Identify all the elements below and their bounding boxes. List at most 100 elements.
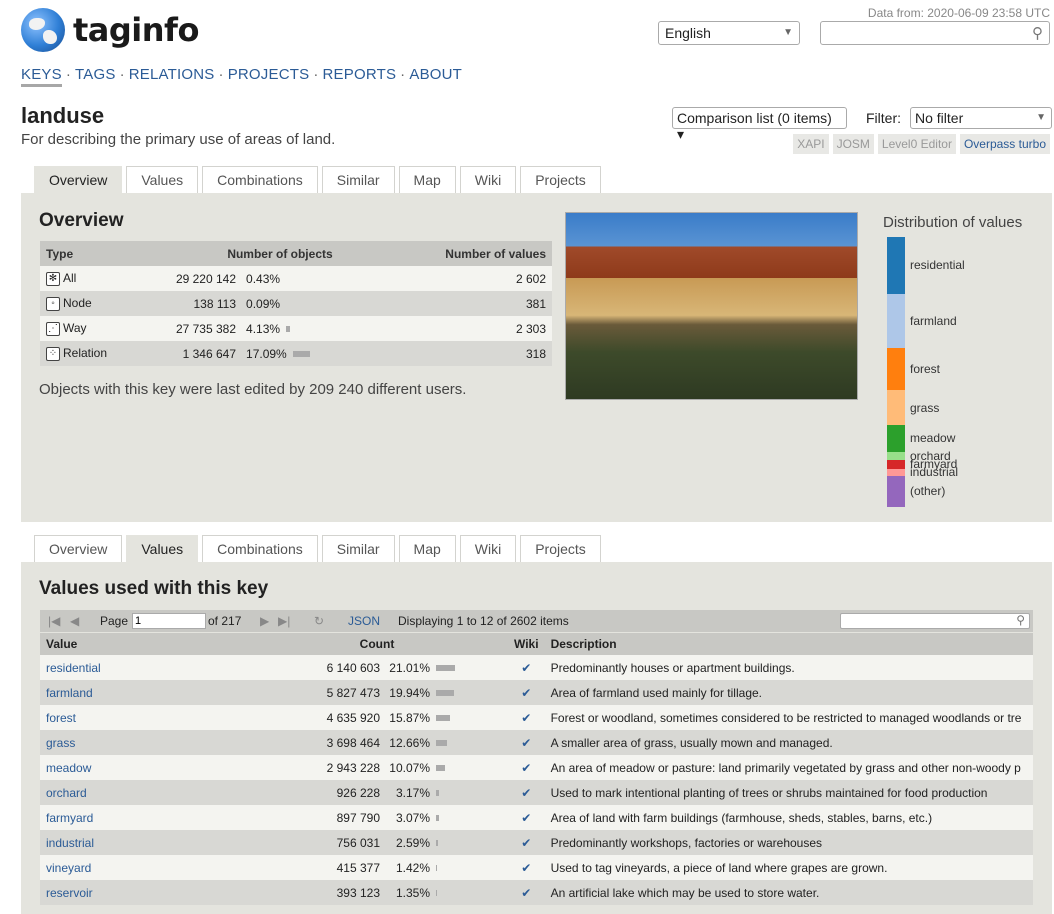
nav-tags[interactable]: TAGS bbox=[75, 66, 116, 83]
refresh-icon[interactable]: ↻ bbox=[314, 614, 324, 628]
distribution-segment[interactable] bbox=[887, 451, 905, 461]
overpass-turbo-button[interactable]: Overpass turbo bbox=[959, 134, 1050, 154]
count-cell: 4 635 920 15.87% bbox=[246, 705, 508, 730]
count-value: 393 123 bbox=[336, 885, 380, 900]
object-percent: 17.09% bbox=[246, 346, 287, 361]
distribution-segment[interactable] bbox=[887, 237, 905, 294]
distribution-segment[interactable] bbox=[887, 424, 905, 452]
count-percent: 2.59% bbox=[395, 835, 430, 850]
nav-reports[interactable]: REPORTS bbox=[323, 66, 397, 83]
tab-similar[interactable]: Similar bbox=[321, 535, 395, 562]
prev-page-icon[interactable]: ◀ bbox=[70, 614, 79, 628]
taginfo-logo[interactable]: taginfo bbox=[21, 8, 199, 52]
distribution-label: grass bbox=[910, 400, 940, 415]
count-value: 4 635 920 bbox=[326, 710, 380, 725]
way-icon: ⋰ bbox=[46, 321, 60, 336]
distribution-label: residential bbox=[910, 258, 965, 273]
wiki-check-icon[interactable]: ✔ bbox=[508, 730, 545, 755]
wiki-check-icon[interactable]: ✔ bbox=[508, 755, 545, 780]
wiki-check-icon[interactable]: ✔ bbox=[508, 655, 545, 680]
data-timestamp: Data from: 2020-06-09 23:58 UTC bbox=[867, 6, 1050, 20]
page-input[interactable] bbox=[132, 613, 206, 629]
key-photo[interactable] bbox=[565, 212, 858, 400]
tab-combinations[interactable]: Combinations bbox=[202, 166, 318, 193]
percent-bar bbox=[292, 351, 310, 358]
wiki-check-icon[interactable]: ✔ bbox=[508, 855, 545, 880]
tab-map[interactable]: Map bbox=[398, 535, 456, 562]
col-wiki[interactable]: Wiki bbox=[508, 633, 545, 655]
distribution-segment[interactable] bbox=[887, 475, 905, 507]
table-search-input[interactable]: ⚲ bbox=[840, 613, 1030, 629]
value-link[interactable]: meadow bbox=[40, 755, 246, 780]
editor-buttons: XAPI JOSM Level0 Editor Overpass turbo bbox=[793, 134, 1050, 154]
value-description: Area of farmland used mainly for tillage… bbox=[544, 680, 1033, 705]
tab-projects[interactable]: Projects bbox=[520, 166, 601, 193]
value-link[interactable]: industrial bbox=[40, 830, 246, 855]
all-icon: ✻ bbox=[46, 271, 60, 286]
tab-combinations[interactable]: Combinations bbox=[202, 535, 318, 562]
next-page-icon[interactable]: ▶ bbox=[260, 614, 269, 628]
tab-values[interactable]: Values bbox=[126, 535, 199, 562]
wiki-check-icon[interactable]: ✔ bbox=[508, 705, 545, 730]
tab-wiki[interactable]: Wiki bbox=[459, 535, 517, 562]
value-link[interactable]: orchard bbox=[40, 780, 246, 805]
search-input[interactable]: ⚲ bbox=[820, 21, 1050, 45]
object-percent: 0.43% bbox=[246, 271, 281, 286]
filter-select[interactable]: No filter ▼ bbox=[910, 107, 1052, 129]
json-link[interactable]: JSON bbox=[348, 614, 380, 628]
type-label: Way bbox=[63, 321, 87, 336]
distribution-segment[interactable] bbox=[887, 468, 905, 476]
percent-bar bbox=[436, 815, 439, 822]
language-select[interactable]: English ▼ bbox=[658, 21, 800, 45]
object-count: 138 113 bbox=[193, 296, 237, 311]
wiki-check-icon[interactable]: ✔ bbox=[508, 805, 545, 830]
value-description: Forest or woodland, sometimes considered… bbox=[544, 705, 1033, 730]
col-value[interactable]: Value bbox=[40, 633, 246, 655]
col-count[interactable]: Count bbox=[246, 633, 508, 655]
wiki-check-icon[interactable]: ✔ bbox=[508, 830, 545, 855]
table-row: grass 3 698 464 12.66% ✔ A smaller area of g… bbox=[40, 730, 1033, 755]
value-link[interactable]: residential bbox=[40, 655, 246, 680]
count-percent: 1.42% bbox=[395, 860, 430, 875]
values-table: Value Count Wiki Description residential… bbox=[40, 633, 1033, 905]
tab-map[interactable]: Map bbox=[398, 166, 456, 193]
distribution-segment[interactable] bbox=[887, 390, 905, 425]
value-count: 318 bbox=[412, 341, 552, 366]
value-link[interactable]: vineyard bbox=[40, 855, 246, 880]
last-page-icon[interactable]: ▶| bbox=[278, 614, 290, 628]
count-value: 897 790 bbox=[336, 810, 380, 825]
nav-projects[interactable]: PROJECTS bbox=[228, 66, 310, 83]
value-link[interactable]: grass bbox=[40, 730, 246, 755]
tab-wiki[interactable]: Wiki bbox=[459, 166, 517, 193]
wiki-check-icon[interactable]: ✔ bbox=[508, 880, 545, 905]
xapi-button[interactable]: XAPI bbox=[793, 134, 829, 154]
josm-button[interactable]: JOSM bbox=[832, 134, 874, 154]
tab-values[interactable]: Values bbox=[126, 166, 199, 193]
col-description[interactable]: Description bbox=[544, 633, 1033, 655]
tab-overview[interactable]: Overview bbox=[34, 535, 123, 562]
tab-overview[interactable]: Overview bbox=[34, 166, 123, 193]
value-link[interactable]: reservoir bbox=[40, 880, 246, 905]
tab-similar[interactable]: Similar bbox=[321, 166, 395, 193]
wiki-check-icon[interactable]: ✔ bbox=[508, 780, 545, 805]
distribution-segment[interactable] bbox=[887, 460, 905, 469]
tab-projects[interactable]: Projects bbox=[520, 535, 601, 562]
level0-button[interactable]: Level0 Editor bbox=[877, 134, 956, 154]
wiki-check-icon[interactable]: ✔ bbox=[508, 680, 545, 705]
nav-relations[interactable]: RELATIONS bbox=[129, 66, 215, 83]
table-row: ⁘ Relation 1 346 647 17.09% 318 bbox=[40, 341, 552, 366]
nav-about[interactable]: ABOUT bbox=[409, 66, 462, 83]
value-link[interactable]: farmland bbox=[40, 680, 246, 705]
value-link[interactable]: farmyard bbox=[40, 805, 246, 830]
count-cell: 897 790 3.07% bbox=[246, 805, 508, 830]
value-description: A smaller area of grass, usually mown an… bbox=[544, 730, 1033, 755]
distribution-segment[interactable] bbox=[887, 293, 905, 348]
table-row: industrial 756 031 2.59% ✔ Predominantly wor… bbox=[40, 830, 1033, 855]
value-link[interactable]: forest bbox=[40, 705, 246, 730]
count-value: 2 943 228 bbox=[326, 760, 380, 775]
nav-keys[interactable]: KEYS bbox=[21, 66, 62, 87]
distribution-segment[interactable] bbox=[887, 347, 905, 391]
key-description: For describing the primary use of areas … bbox=[21, 131, 336, 148]
first-page-icon[interactable]: |◀ bbox=[48, 614, 60, 628]
comparison-list-select[interactable]: Comparison list (0 items) ▾ bbox=[672, 107, 847, 142]
